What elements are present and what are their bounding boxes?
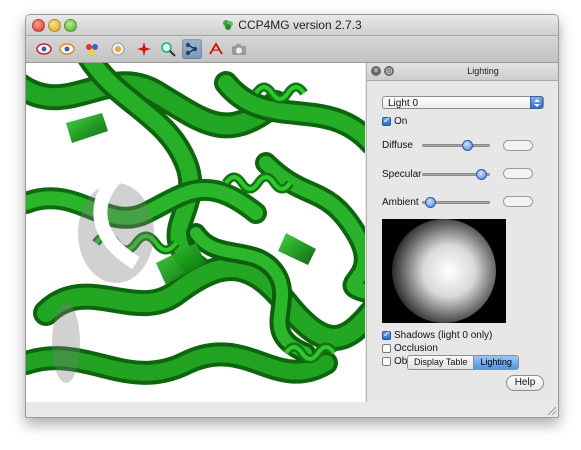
app-logo-icon (223, 20, 234, 30)
protein-ribbon-rendering (26, 63, 365, 402)
tab-lighting[interactable]: Lighting (473, 356, 518, 369)
app-window: CCP4MG version 2.7.3 × ◎ Lighting Light … (25, 14, 559, 418)
eye-orange-icon[interactable] (57, 39, 77, 59)
measure-icon[interactable] (206, 39, 226, 59)
resize-grip-icon[interactable] (546, 405, 556, 415)
panel-tab-bar: Display Table Lighting (407, 355, 519, 370)
window-title: CCP4MG version 2.7.3 (238, 18, 362, 32)
camera-icon[interactable] (229, 39, 249, 59)
star-red-icon[interactable] (134, 39, 154, 59)
tab-display-table[interactable]: Display Table (408, 356, 474, 369)
target-icon[interactable] (108, 39, 128, 59)
graph-nodes-icon[interactable] (182, 39, 202, 59)
eye-red-icon[interactable] (34, 39, 54, 59)
tab-strip-area: Display Table Lighting (366, 15, 558, 417)
molecule-viewport[interactable] (26, 63, 365, 402)
molecule-color-icon[interactable] (82, 39, 102, 59)
zoom-icon[interactable] (158, 39, 178, 59)
